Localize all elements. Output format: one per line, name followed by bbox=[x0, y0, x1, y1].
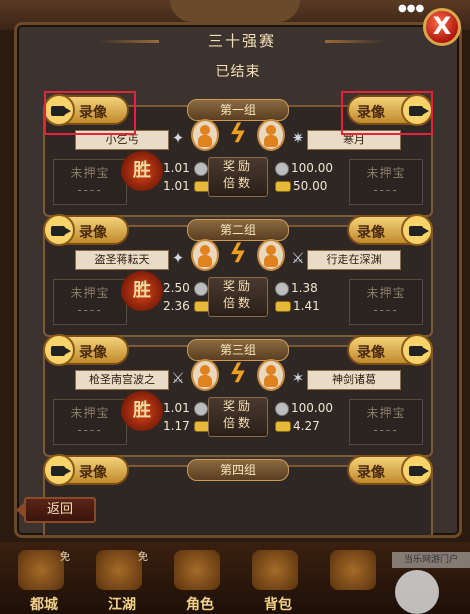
weapon-icon: ⚔ bbox=[171, 369, 185, 387]
group-title: 第三组 bbox=[187, 339, 289, 361]
group-title: 第一组 bbox=[187, 99, 289, 121]
camera-icon bbox=[401, 454, 433, 486]
bet-slot-left[interactable]: 未押宝 ---- bbox=[53, 159, 127, 205]
vs-icon: ϟ bbox=[229, 119, 247, 149]
weapon-icon: ✷ bbox=[291, 129, 305, 147]
gold-ingot-icon bbox=[275, 421, 291, 432]
replay-button-right[interactable]: 录像 bbox=[347, 454, 433, 486]
replay-button-left[interactable]: 录像 bbox=[43, 454, 129, 486]
odds-right: 1.38 1.41 bbox=[273, 279, 320, 315]
dialog-title: 三十强赛 bbox=[99, 27, 327, 55]
group-card-3: 第三组 录像 录像 枪圣南宫波之 ⚔ ϟ ✶ 神剑诸葛 未押宝 ---- 胜 1.… bbox=[43, 334, 433, 457]
status-text: 已结束 bbox=[215, 64, 261, 80]
bet-slot-right[interactable]: 未押宝 ---- bbox=[349, 279, 423, 325]
win-badge: 胜 bbox=[121, 151, 163, 191]
site-logo-icon bbox=[395, 570, 439, 614]
silver-coin-icon bbox=[275, 161, 289, 176]
reward-multiplier: 奖励 倍数 bbox=[208, 157, 268, 197]
avatar-left[interactable] bbox=[191, 119, 219, 151]
reward-multiplier: 奖励 倍数 bbox=[208, 397, 268, 437]
castle-icon bbox=[18, 550, 64, 590]
win-badge: 胜 bbox=[121, 271, 163, 311]
player-name-left: 枪圣南宫波之 bbox=[75, 370, 169, 390]
bet-slot-right[interactable]: 未押宝 ---- bbox=[349, 399, 423, 445]
win-badge: 胜 bbox=[121, 391, 163, 431]
nav-capital[interactable]: 免 都城 bbox=[8, 542, 78, 614]
silver-coin-icon bbox=[193, 281, 208, 296]
replay-button-left[interactable]: 录像 bbox=[43, 214, 129, 246]
close-button[interactable]: X bbox=[423, 8, 461, 46]
replay-button-right[interactable]: 录像 bbox=[347, 214, 433, 246]
silver-coin-icon bbox=[193, 161, 208, 176]
nav-character[interactable]: 角色 bbox=[164, 542, 234, 614]
highlight-box-right bbox=[341, 91, 433, 135]
weapon-icon: ✦ bbox=[171, 129, 185, 147]
group-card-2: 第二组 录像 录像 盗圣蒋耘天 ✦ ϟ ⚔ 行走在深渊 未押宝 ---- 胜 2.… bbox=[43, 214, 433, 337]
odds-left: 1.01 1.17 bbox=[163, 399, 212, 435]
silver-coin-icon bbox=[275, 401, 289, 416]
camera-icon bbox=[401, 334, 433, 366]
top-menu-tab[interactable]: ●●● bbox=[170, 0, 424, 22]
avatar-right[interactable] bbox=[257, 239, 285, 271]
replay-button-left[interactable]: 录像 bbox=[43, 334, 129, 366]
back-button[interactable]: 返回 bbox=[16, 497, 96, 523]
camera-icon bbox=[401, 214, 433, 246]
player-name-right: 行走在深渊 bbox=[307, 250, 401, 270]
player-name-right: 神剑诸葛 bbox=[307, 370, 401, 390]
player-name-left: 盗圣蒋耘天 bbox=[75, 250, 169, 270]
weapon-icon: ✶ bbox=[291, 369, 305, 387]
replay-button-right[interactable]: 录像 bbox=[347, 334, 433, 366]
nav-jianghu[interactable]: 免 江湖 bbox=[86, 542, 156, 614]
avatar-right[interactable] bbox=[257, 359, 285, 391]
odds-right: 100.00 4.27 bbox=[273, 399, 333, 435]
camera-icon bbox=[43, 334, 75, 366]
group-card-4: 第四组 录像 录像 bbox=[43, 454, 433, 535]
weapon-icon: ⚔ bbox=[291, 249, 305, 267]
nav-bag[interactable]: 背包 bbox=[242, 542, 312, 614]
camera-icon bbox=[43, 454, 75, 486]
silver-coin-icon bbox=[193, 401, 208, 416]
more-dots-icon[interactable]: ●●● bbox=[398, 4, 424, 14]
camera-icon bbox=[43, 214, 75, 246]
reward-multiplier: 奖励 倍数 bbox=[208, 277, 268, 317]
nav-more[interactable] bbox=[320, 542, 390, 614]
avatar-left[interactable] bbox=[191, 359, 219, 391]
vs-icon: ϟ bbox=[229, 239, 247, 269]
vs-icon: ϟ bbox=[229, 359, 247, 389]
silver-coin-icon bbox=[275, 281, 289, 296]
odds-right: 100.00 50.00 bbox=[273, 159, 333, 195]
weapon-icon: ✦ bbox=[171, 249, 185, 267]
watermark: 当乐网游门户 bbox=[392, 552, 470, 568]
bag-icon bbox=[252, 550, 298, 590]
group-title: 第二组 bbox=[187, 219, 289, 241]
bet-slot-left[interactable]: 未押宝 ---- bbox=[53, 399, 127, 445]
gold-ingot-icon bbox=[275, 301, 291, 312]
avatar-right[interactable] bbox=[257, 119, 285, 151]
bet-slot-left[interactable]: 未押宝 ---- bbox=[53, 279, 127, 325]
group-title: 第四组 bbox=[187, 459, 289, 481]
avatar-left[interactable] bbox=[191, 239, 219, 271]
gold-ingot-icon bbox=[275, 181, 291, 192]
odds-left: 2.50 2.36 bbox=[163, 279, 212, 315]
odds-left: 1.01 1.01 bbox=[163, 159, 212, 195]
highlight-box-left bbox=[44, 91, 136, 135]
bet-slot-right[interactable]: 未押宝 ---- bbox=[349, 159, 423, 205]
character-icon bbox=[174, 550, 220, 590]
sword-icon bbox=[96, 550, 142, 590]
more-icon bbox=[330, 550, 376, 590]
